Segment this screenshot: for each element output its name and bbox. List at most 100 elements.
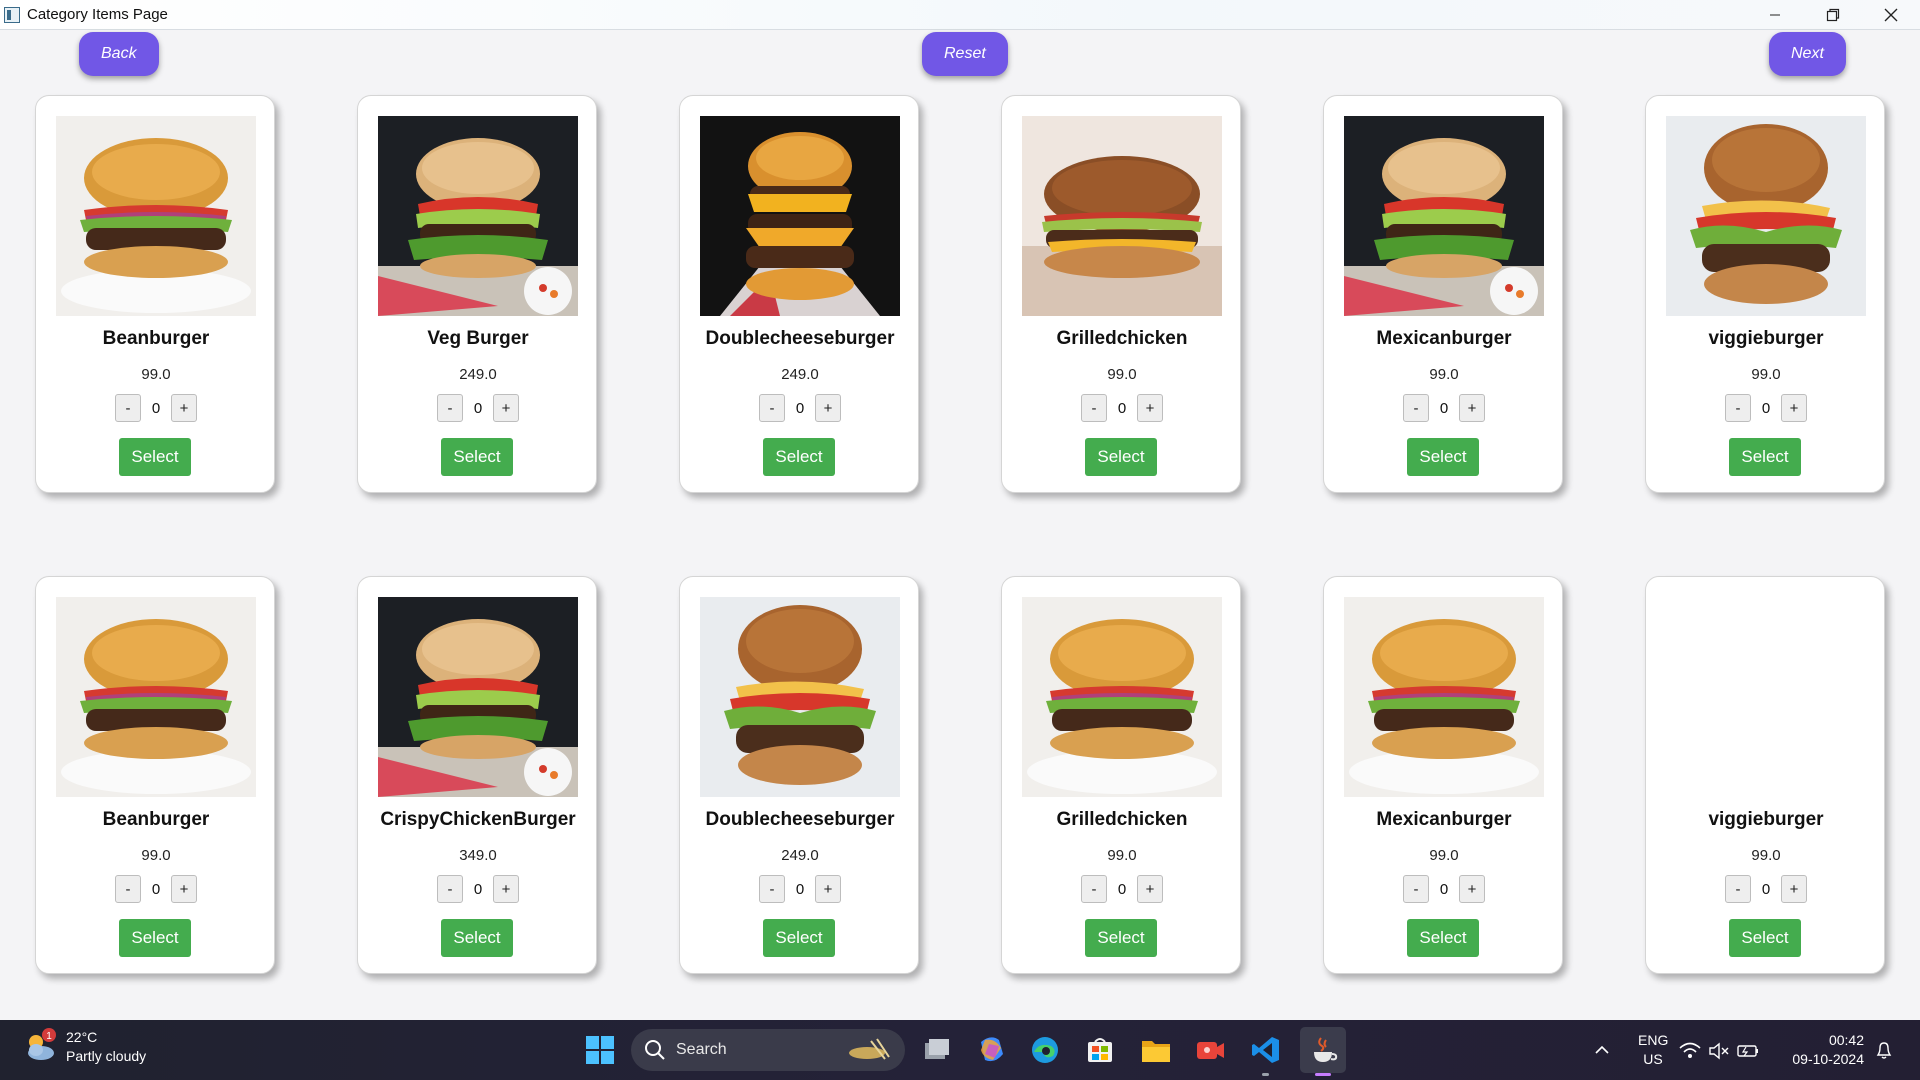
product-name: Beanburger — [102, 809, 210, 830]
product-price: 349.0 — [459, 847, 497, 864]
close-button[interactable] — [1862, 0, 1920, 30]
quantity-value: 0 — [1439, 399, 1449, 417]
quantity-value: 0 — [473, 399, 483, 417]
increment-button[interactable]: + — [1459, 875, 1485, 903]
restore-button[interactable] — [1804, 0, 1862, 30]
select-button[interactable]: Select — [441, 438, 513, 476]
microsoft-store-icon[interactable] — [1080, 1030, 1120, 1070]
clock-time: 00:42 — [1828, 1032, 1864, 1048]
decrement-button[interactable]: - — [437, 875, 463, 903]
decrement-button[interactable]: - — [1403, 394, 1429, 422]
select-button[interactable]: Select — [763, 919, 835, 957]
start-button[interactable] — [580, 1030, 620, 1070]
decrement-button[interactable]: - — [759, 875, 785, 903]
increment-button[interactable]: + — [171, 875, 197, 903]
system-tray-status[interactable] — [1676, 1030, 1768, 1070]
product-image — [1344, 597, 1544, 797]
decrement-button[interactable]: - — [115, 394, 141, 422]
quantity-stepper: -0 + — [1324, 875, 1564, 903]
product-name: Grilledchicken — [1056, 809, 1188, 830]
title-bar: Category Items Page — [0, 0, 1920, 30]
reset-button[interactable]: Reset — [922, 32, 1008, 76]
decrement-button[interactable]: - — [1081, 394, 1107, 422]
increment-button[interactable]: + — [815, 875, 841, 903]
camera-app-icon[interactable] — [1190, 1030, 1230, 1070]
increment-button[interactable]: + — [1459, 394, 1485, 422]
clock-date: 09-10-2024 — [1792, 1051, 1864, 1067]
quantity-stepper: -0 + — [680, 394, 920, 422]
decrement-button[interactable]: - — [1081, 875, 1107, 903]
product-image — [56, 597, 256, 797]
select-button[interactable]: Select — [1729, 919, 1801, 957]
quantity-value: 0 — [473, 880, 483, 898]
clock[interactable]: 00:42 09-10-2024 — [1780, 1031, 1864, 1069]
select-button[interactable]: Select — [1729, 438, 1801, 476]
minimize-button[interactable] — [1746, 0, 1804, 30]
select-button[interactable]: Select — [1407, 919, 1479, 957]
windows-logo-icon — [586, 1036, 614, 1064]
product-image — [1666, 116, 1866, 316]
decrement-button[interactable]: - — [1725, 394, 1751, 422]
quantity-value: 0 — [1117, 399, 1127, 417]
quantity-value: 0 — [1117, 880, 1127, 898]
product-card: Veg Burger 249.0 -0 + Select — [357, 95, 597, 493]
back-button[interactable]: Back — [79, 32, 159, 76]
select-button[interactable]: Select — [441, 919, 513, 957]
quantity-value: 0 — [151, 880, 161, 898]
java-app-icon[interactable] — [1300, 1027, 1346, 1076]
select-button[interactable]: Select — [763, 438, 835, 476]
product-image — [700, 597, 900, 797]
window-controls — [1746, 0, 1920, 30]
select-button[interactable]: Select — [1085, 438, 1157, 476]
product-card: viggieburger 99.0-0 + Select — [1645, 576, 1885, 974]
product-price: 249.0 — [459, 366, 497, 383]
active-indicator — [1315, 1073, 1331, 1076]
next-button[interactable]: Next — [1769, 32, 1846, 76]
select-button[interactable]: Select — [1085, 919, 1157, 957]
decrement-button[interactable]: - — [1403, 875, 1429, 903]
increment-button[interactable]: + — [493, 875, 519, 903]
decrement-button[interactable]: - — [437, 394, 463, 422]
increment-button[interactable]: + — [1781, 394, 1807, 422]
vscode-icon[interactable] — [1246, 1030, 1286, 1076]
language-code: ENG — [1638, 1032, 1669, 1048]
decrement-button[interactable]: - — [759, 394, 785, 422]
increment-button[interactable]: + — [815, 394, 841, 422]
weather-badge: 1 — [46, 1031, 52, 1042]
increment-button[interactable]: + — [1781, 875, 1807, 903]
quantity-stepper: -0 + — [36, 875, 276, 903]
category-items-panel: Back Reset Next Beanburger 99.0-0 + Select V… — [0, 30, 1920, 1020]
product-name: viggieburger — [1708, 809, 1824, 830]
product-name: CrispyChickenBurger — [380, 809, 576, 830]
taskbar-search[interactable]: Search — [631, 1029, 905, 1071]
weather-widget[interactable]: 1 22°C Partly cloudy — [22, 1028, 146, 1066]
quantity-value: 0 — [151, 399, 161, 417]
product-image — [700, 116, 900, 316]
language-indicator[interactable]: ENG US — [1638, 1031, 1668, 1069]
decrement-button[interactable]: - — [115, 875, 141, 903]
product-card: viggieburger 99.0-0 + Select — [1645, 95, 1885, 493]
edge-browser-icon[interactable] — [1025, 1030, 1065, 1070]
notification-bell-icon[interactable] — [1866, 1030, 1902, 1070]
increment-button[interactable]: + — [493, 394, 519, 422]
increment-button[interactable]: + — [1137, 875, 1163, 903]
copilot-icon[interactable] — [971, 1030, 1011, 1070]
show-hidden-icons-chevron-up-icon[interactable] — [1582, 1030, 1622, 1070]
product-card: Mexicanburger 99.0-0 + Select — [1323, 576, 1563, 974]
product-card: Grilledchicken 99.0-0 + Select — [1001, 95, 1241, 493]
speaker-muted-icon — [1709, 1042, 1729, 1060]
select-button[interactable]: Select — [1407, 438, 1479, 476]
product-name: Doublecheeseburger — [705, 809, 895, 830]
increment-button[interactable]: + — [1137, 394, 1163, 422]
decrement-button[interactable]: - — [1725, 875, 1751, 903]
quantity-stepper: -0 + — [1324, 394, 1564, 422]
temperature: 22°C — [66, 1029, 98, 1045]
select-button[interactable]: Select — [119, 919, 191, 957]
search-icon — [645, 1040, 665, 1060]
quantity-stepper: -0 + — [358, 394, 598, 422]
task-view-icon[interactable] — [917, 1030, 957, 1070]
product-name: Grilledchicken — [1056, 328, 1188, 349]
file-explorer-icon[interactable] — [1136, 1030, 1176, 1070]
increment-button[interactable]: + — [171, 394, 197, 422]
select-button[interactable]: Select — [119, 438, 191, 476]
